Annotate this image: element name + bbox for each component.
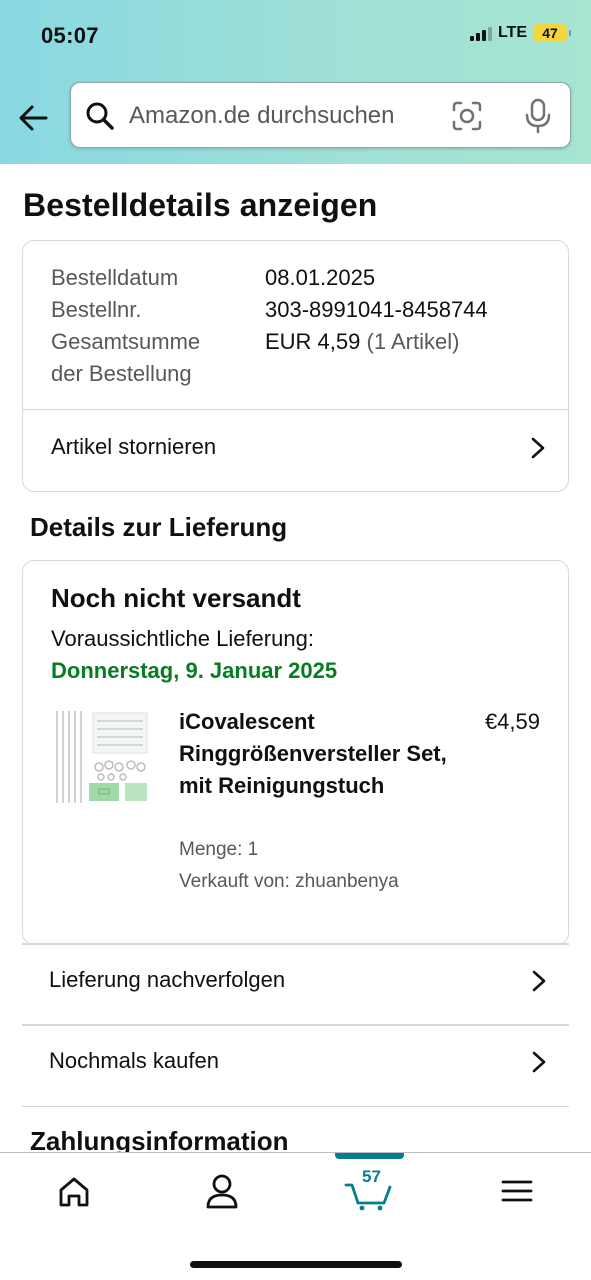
order-summary-card: Bestelldatum 08.01.2025 Bestellnr. 303-8… — [22, 240, 569, 492]
home-indicator — [190, 1261, 402, 1268]
home-icon[interactable] — [44, 1171, 104, 1211]
buy-again-label: Nochmals kaufen — [49, 1048, 219, 1073]
bottom-tab-bar: 57 — [0, 1152, 591, 1280]
menu-icon[interactable] — [487, 1171, 547, 1211]
cart-count-badge: 57 — [362, 1167, 381, 1186]
product-quantity: Menge: 1 — [179, 839, 259, 860]
cancel-items-row[interactable]: Artikel stornieren — [23, 410, 568, 491]
divider — [22, 1106, 569, 1107]
app-header: 05:07 LTE 47 — [0, 0, 591, 164]
product-seller: Verkauft von: zhuanbenya — [179, 871, 399, 892]
order-total-amount: EUR 4,59 — [265, 329, 361, 354]
product-price: €4,59 — [484, 709, 540, 734]
status-indicators: LTE 47 — [469, 24, 571, 42]
product-image[interactable] — [53, 709, 151, 807]
search-input[interactable] — [129, 95, 419, 137]
account-icon[interactable] — [192, 1171, 252, 1211]
order-date-label: Bestelldatum — [51, 265, 179, 290]
chevron-right-icon — [532, 970, 546, 992]
status-time: 05:07 — [41, 23, 99, 48]
signal-icon — [469, 25, 492, 41]
back-arrow-icon[interactable] — [16, 100, 52, 136]
track-delivery-label: Lieferung nachverfolgen — [49, 967, 286, 992]
microphone-icon[interactable] — [523, 98, 553, 134]
order-number-value: 303-8991041-8458744 — [265, 297, 488, 322]
search-icon — [86, 102, 114, 130]
order-total-label-line1: Gesamtsumme — [51, 329, 201, 354]
network-label: LTE — [497, 24, 527, 41]
camera-lens-icon[interactable] — [451, 100, 483, 132]
order-total-label: Gesamtsumme der Bestellung — [51, 326, 200, 390]
expected-delivery-date: Donnerstag, 9. Januar 2025 — [51, 658, 338, 683]
page-title: Bestelldetails anzeigen — [23, 187, 378, 223]
order-item-count: (1 Artikel) — [366, 329, 460, 354]
search-bar[interactable] — [70, 82, 571, 148]
divider — [22, 1024, 569, 1026]
battery-icon: 47 — [533, 24, 571, 42]
order-number-label: Bestellnr. — [51, 297, 142, 322]
buy-again-row[interactable]: Nochmals kaufen — [22, 1024, 569, 1104]
divider — [22, 943, 569, 945]
order-date-value: 08.01.2025 — [265, 265, 376, 290]
track-delivery-row[interactable]: Lieferung nachverfolgen — [22, 943, 569, 1023]
chevron-right-icon — [531, 437, 545, 459]
expected-delivery-label: Voraussichtliche Lieferung: — [51, 626, 314, 651]
delivery-card: Noch nicht versandt Voraussichtliche Lie… — [22, 560, 569, 945]
order-total-value: EUR 4,59 (1 Artikel) — [265, 326, 459, 358]
cancel-items-label: Artikel stornieren — [51, 434, 217, 459]
order-total-label-line2: der Bestellung — [51, 361, 192, 386]
product-title-link[interactable]: iCovalescent Ringgrößenversteller Set, m… — [179, 706, 459, 802]
chevron-right-icon — [532, 1051, 546, 1073]
active-tab-indicator — [335, 1153, 404, 1159]
delivery-section-title: Details zur Lieferung — [30, 512, 288, 542]
shipment-status: Noch nicht versandt — [51, 583, 301, 613]
